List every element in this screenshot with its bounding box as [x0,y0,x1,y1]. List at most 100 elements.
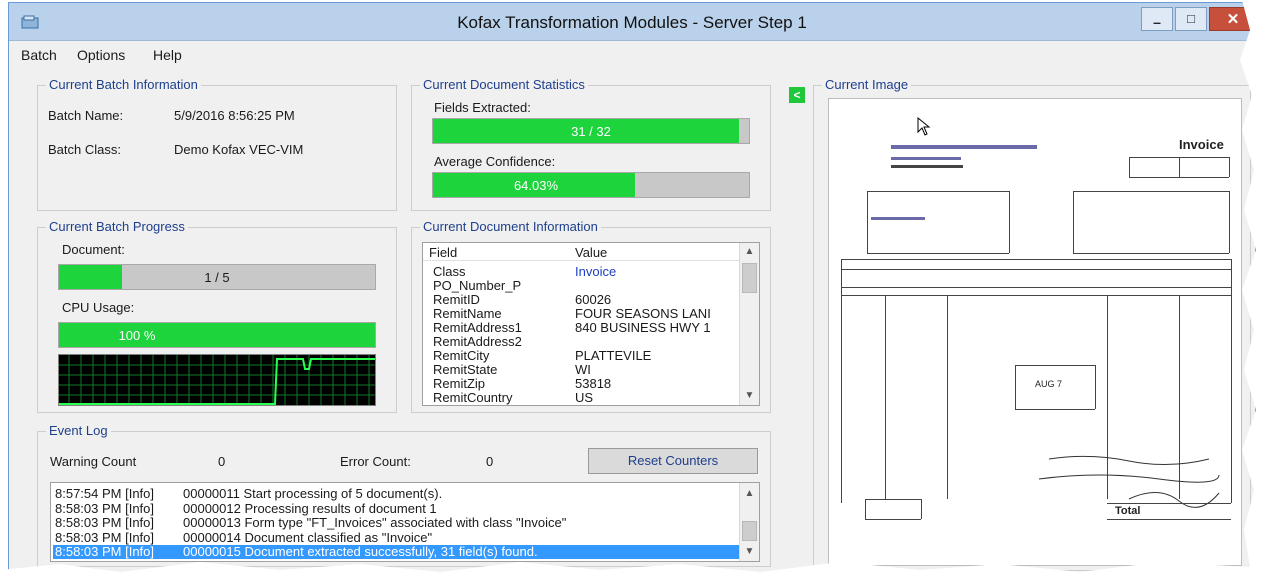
cpu-usage-label: CPU Usage: [62,300,135,315]
current-image-title: Current Image [822,77,912,92]
invoice-image-viewer[interactable]: Invoice AUG 7 Total [828,98,1242,566]
menu-help[interactable]: Help [153,47,182,63]
log-message: 00000012 Processing results of document … [183,500,437,516]
field-row[interactable]: RemitAddress2 [423,335,739,349]
log-entry[interactable]: 8:58:03 PM [Info] 00000013 Form type "FT_… [53,516,739,530]
event-log-group: Event Log Warning Count 0 Error Count: 0… [37,423,771,567]
document-progress-value: 1 / 5 [204,270,230,285]
log-message: 00000011 Start processing of 5 document(… [183,486,443,501]
field-row[interactable]: PO_Number_P [423,279,739,293]
field-name: RemitCountry [433,390,513,405]
confidence-label: Average Confidence: [434,154,556,169]
field-row[interactable]: RemitCity PLATTEVILE [423,349,739,363]
event-log-title: Event Log [46,423,111,438]
field-value: PLATTEVILE [575,348,652,363]
field-value: 840 BUSINESS HWY 1 [575,320,711,335]
col-field-header[interactable]: Field [429,245,457,260]
field-name: RemitAddress2 [433,334,522,349]
field-value: Invoice [575,264,617,279]
event-log-scrollbar[interactable]: ▲ ▼ [739,483,759,561]
log-time: 8:58:03 PM [Info] [55,515,155,530]
field-name: RemitZip [433,376,486,391]
doc-info-group: Current Document Information Field Value… [411,219,771,413]
invoice-image: Invoice AUG 7 Total [839,109,1232,559]
log-entry[interactable]: 8:58:03 PM [Info] 00000015 Document extra… [53,545,739,559]
warning-count-label: Warning Count [50,454,137,469]
field-name: RemitCity [433,348,490,363]
field-row[interactable]: RemitID 60026 [423,293,739,307]
confidence-value: 64.03% [513,178,559,193]
minimize-icon: – [1153,14,1161,30]
batch-name-label: Batch Name: [48,108,124,123]
field-row[interactable]: RemitZip 53818 [423,377,739,391]
field-row[interactable]: RemitState WI [423,363,739,377]
document-progress-label: Document: [62,242,125,257]
menu-options[interactable]: Options [77,47,125,63]
maximize-button[interactable]: □ [1175,7,1207,31]
menu-batch[interactable]: Batch [21,47,57,63]
field-name: RemitID [433,292,480,307]
log-scroll-up-icon[interactable]: ▲ [740,485,759,503]
collapse-image-button[interactable]: < [789,87,805,103]
log-entry[interactable]: 8:57:54 PM [Info] 00000011 Start processi… [53,487,739,501]
log-entry[interactable]: 8:58:03 PM [Info] 00000014 Document class… [53,529,739,545]
scroll-down-icon[interactable]: ▼ [740,387,759,405]
field-value: 53818 [575,376,612,391]
maximize-icon: □ [1187,11,1195,26]
scroll-up-icon[interactable]: ▲ [740,243,759,261]
fields-extracted-value: 31 / 32 [571,124,611,139]
current-image-group: Current Image Invoice AUG 7 Total [813,77,1251,571]
field-name: RemitName [433,306,502,321]
invoice-total-label: Total [1115,505,1141,517]
field-row[interactable]: RemitCountry US [423,391,739,405]
batch-name-value: 5/9/2016 8:56:25 PM [174,108,295,123]
warning-count-value: 0 [218,454,226,469]
log-time: 8:58:03 PM [Info] [55,529,155,545]
cpu-usage-value: 100 % [118,328,156,343]
field-name: Class [433,264,466,279]
event-log-list[interactable]: 8:57:54 PM [Info] 00000011 Start processi… [50,482,760,562]
app-window: Kofax Transformation Modules - Server St… [8,2,1256,574]
field-value-list[interactable]: Field Value Class Invoice PO_Number_P Remit… [422,242,760,406]
field-list-scrollbar[interactable]: ▲ ▼ [739,243,759,405]
reset-counters-button[interactable]: Reset Counters [588,448,758,474]
mouse-cursor-icon [917,117,931,136]
cpu-usage-graph [58,354,376,406]
field-name: RemitAddress1 [433,320,522,335]
field-value: WI [575,362,591,377]
field-row[interactable]: RemitAddress1 840 BUSINESS HWY 1 [423,321,739,335]
field-name: PO_Number_P [433,278,522,293]
batch-progress-title: Current Batch Progress [46,219,188,234]
close-icon: ✕ [1226,11,1240,28]
cpu-usage-bar: 100 % [58,322,376,348]
log-time: 8:58:03 PM [Info] [55,500,155,516]
minimize-button[interactable]: – [1141,7,1173,31]
log-scroll-thumb[interactable] [742,521,757,541]
log-scroll-down-icon[interactable]: ▼ [740,543,759,561]
log-message: 00000014 Document classified as "Invoice… [183,529,433,545]
col-value-header[interactable]: Value [575,245,607,260]
log-entry[interactable]: 8:58:03 PM [Info] 00000012 Processing res… [53,500,739,516]
log-time: 8:58:03 PM [Info] [55,544,155,559]
batch-class-value: Demo Kofax VEC-VIM [174,142,304,157]
document-progress-bar: 1 / 5 [58,264,376,290]
field-value: US [575,390,594,405]
log-message: 00000013 Form type "FT_Invoices" associa… [183,515,567,530]
invoice-heading: Invoice [1179,137,1224,152]
field-name: RemitState [433,362,498,377]
field-row[interactable]: RemitName FOUR SEASONS LANI [423,307,739,321]
field-list-header: Field Value [423,243,739,261]
fields-extracted-bar: 31 / 32 [432,118,750,144]
cpu-graph-plot [59,355,375,405]
field-value: 60026 [575,292,612,307]
close-button[interactable]: ✕ [1209,7,1255,31]
title-bar: Kofax Transformation Modules - Server St… [9,3,1255,41]
doc-info-title: Current Document Information [420,219,601,234]
confidence-bar: 64.03% [432,172,750,198]
error-count-value: 0 [486,454,494,469]
scroll-thumb[interactable] [742,263,757,293]
field-row[interactable]: Class Invoice [423,265,739,279]
batch-progress-group: Current Batch Progress Document: 1 / 5 C… [37,219,397,413]
menu-bar: Batch Options Help [9,41,1255,69]
doc-stats-title: Current Document Statistics [420,77,588,92]
